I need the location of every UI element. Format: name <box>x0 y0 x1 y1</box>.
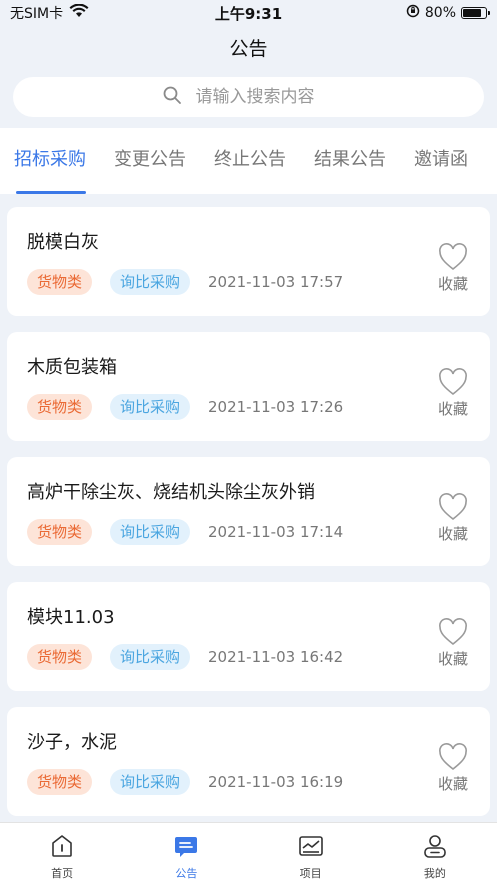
project-icon <box>298 833 324 863</box>
wifi-icon <box>69 3 89 22</box>
category-tag: 货物类 <box>27 394 93 420</box>
tabbar-label: 项目 <box>299 867 322 880</box>
tab-change-notice[interactable]: 变更公告 <box>100 128 200 194</box>
category-tag: 货物类 <box>27 644 93 670</box>
tabbar-label: 我的 <box>423 867 446 880</box>
tabbar-project[interactable]: 项目 <box>249 823 373 883</box>
status-right: 80% <box>406 4 490 22</box>
item-title: 脱模白灰 <box>27 232 99 253</box>
category-tabs: 招标采购 变更公告 终止公告 结果公告 邀请函 <box>0 128 497 194</box>
item-date: 2021-11-03 17:26 <box>208 398 344 416</box>
list-item[interactable]: 模块11.03 货物类 询比采购 2021-11-03 16:42 收藏 <box>7 582 490 691</box>
heart-icon <box>434 493 472 521</box>
heart-icon <box>434 368 472 396</box>
status-bar: 无SIM卡 上午9:31 80% <box>0 0 497 26</box>
favorite-button[interactable]: 收藏 <box>434 243 472 294</box>
favorite-label: 收藏 <box>437 525 468 543</box>
list-item[interactable]: 木质包装箱 货物类 询比采购 2021-11-03 17:26 收藏 <box>7 332 490 441</box>
battery-fill <box>463 9 481 17</box>
tabbar-label: 首页 <box>51 867 74 880</box>
category-tag: 货物类 <box>27 519 93 545</box>
carrier-label: 无SIM卡 <box>10 6 64 22</box>
tab-invitation[interactable]: 邀请函 <box>400 128 482 194</box>
tabbar-label: 公告 <box>175 867 198 880</box>
tabbar-home[interactable]: 首页 <box>0 823 124 883</box>
search-icon <box>162 85 182 109</box>
battery-icon <box>461 7 490 19</box>
battery-percent: 80% <box>424 5 456 21</box>
list-item[interactable]: 脱模白灰 货物类 询比采购 2021-11-03 17:57 收藏 <box>7 207 490 316</box>
method-tag: 询比采购 <box>110 519 191 545</box>
favorite-button[interactable]: 收藏 <box>434 743 472 794</box>
method-tag: 询比采购 <box>110 644 191 670</box>
favorite-label: 收藏 <box>437 650 468 668</box>
favorite-button[interactable]: 收藏 <box>434 618 472 669</box>
favorite-label: 收藏 <box>437 400 468 418</box>
status-left: 无SIM卡 <box>10 3 89 23</box>
home-icon <box>49 833 75 863</box>
category-tag: 货物类 <box>27 269 93 295</box>
bottom-tab-bar: 首页 公告 项目 我的 <box>0 822 497 883</box>
item-title: 木质包装箱 <box>27 357 117 378</box>
profile-icon <box>422 833 448 863</box>
page-title: 公告 <box>229 38 268 60</box>
method-tag: 询比采购 <box>110 394 191 420</box>
item-title: 高炉干除尘灰、烧结机头除尘灰外销 <box>27 482 315 503</box>
item-date: 2021-11-03 17:14 <box>208 523 344 541</box>
tabbar-profile[interactable]: 我的 <box>373 823 497 883</box>
announcement-list: 脱模白灰 货物类 询比采购 2021-11-03 17:57 收藏 木质包装箱 … <box>7 207 490 832</box>
heart-icon <box>434 618 472 646</box>
search-box[interactable] <box>13 77 484 117</box>
tab-result-notice[interactable]: 结果公告 <box>300 128 400 194</box>
favorite-label: 收藏 <box>437 775 468 793</box>
tabbar-announcement[interactable]: 公告 <box>124 823 248 883</box>
favorite-label: 收藏 <box>437 275 468 293</box>
item-date: 2021-11-03 17:57 <box>208 273 344 291</box>
tab-termination-notice[interactable]: 终止公告 <box>200 128 300 194</box>
list-item[interactable]: 高炉干除尘灰、烧结机头除尘灰外销 货物类 询比采购 2021-11-03 17:… <box>7 457 490 566</box>
category-tag: 货物类 <box>27 769 93 795</box>
item-date: 2021-11-03 16:42 <box>208 648 344 666</box>
search-input[interactable] <box>195 87 336 107</box>
method-tag: 询比采购 <box>110 769 191 795</box>
heart-icon <box>434 243 472 271</box>
favorite-button[interactable]: 收藏 <box>434 368 472 419</box>
method-tag: 询比采购 <box>110 269 191 295</box>
item-title: 沙子，水泥 <box>27 732 117 753</box>
heart-icon <box>434 743 472 771</box>
item-date: 2021-11-03 16:19 <box>208 773 344 791</box>
list-item[interactable]: 沙子，水泥 货物类 询比采购 2021-11-03 16:19 收藏 <box>7 707 490 816</box>
tab-bidding-procurement[interactable]: 招标采购 <box>0 128 100 194</box>
announcement-icon <box>173 833 199 863</box>
favorite-button[interactable]: 收藏 <box>434 493 472 544</box>
item-title: 模块11.03 <box>27 607 115 628</box>
orientation-lock-icon <box>406 4 420 22</box>
